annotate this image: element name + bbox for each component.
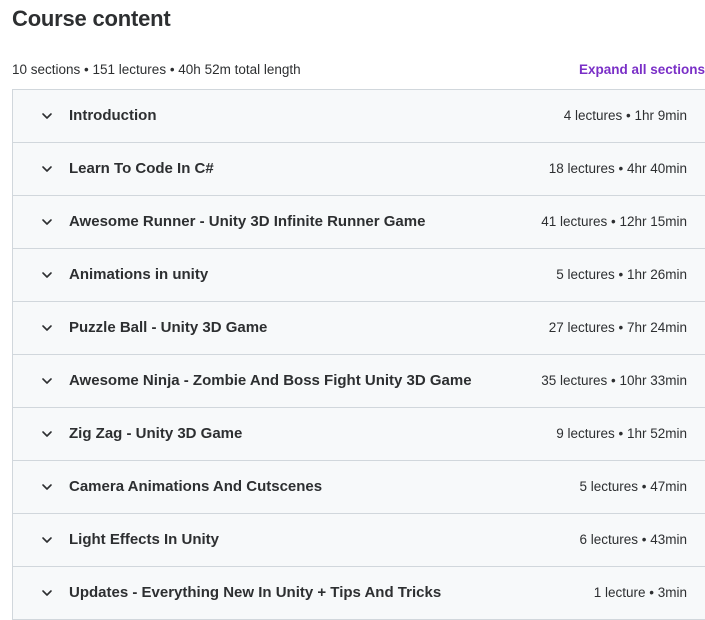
chevron-down-icon [42, 219, 52, 225]
section-title: Camera Animations And Cutscenes [69, 478, 323, 495]
section-title: Puzzle Ball - Unity 3D Game [69, 319, 268, 336]
chevron-down-icon [42, 325, 52, 331]
chevron-down-icon [42, 537, 52, 543]
section-meta: 27 lectures • 7hr 24min [548, 320, 687, 335]
section-title: Zig Zag - Unity 3D Game [69, 425, 243, 442]
course-summary: 10 sections • 151 lectures • 40h 52m tot… [12, 62, 301, 77]
section-row-updates[interactable]: Updates - Everything New In Unity + Tips… [13, 567, 705, 620]
expand-all-sections-button[interactable]: Expand all sections [579, 61, 705, 79]
section-title: Learn To Code In C# [69, 160, 214, 177]
chevron-down-icon [42, 272, 52, 278]
section-meta: 5 lectures • 1hr 26min [556, 267, 687, 282]
section-title: Light Effects In Unity [69, 531, 219, 548]
section-meta: 5 lectures • 47min [579, 479, 687, 494]
section-row-awesome-runner[interactable]: Awesome Runner - Unity 3D Infinite Runne… [13, 196, 705, 249]
section-row-camera-animations[interactable]: Camera Animations And Cutscenes 5 lectur… [13, 461, 705, 514]
section-meta: 18 lectures • 4hr 40min [548, 161, 687, 176]
section-title: Updates - Everything New In Unity + Tips… [69, 584, 442, 601]
section-meta: 9 lectures • 1hr 52min [556, 426, 687, 441]
page-title: Course content [12, 6, 171, 31]
section-meta: 1 lecture • 3min [593, 585, 687, 600]
chevron-down-icon [42, 590, 52, 596]
section-row-light-effects[interactable]: Light Effects In Unity 6 lectures • 43mi… [13, 514, 705, 567]
course-content-panel: Course content 10 sections • 151 lecture… [0, 0, 705, 620]
section-title: Awesome Runner - Unity 3D Infinite Runne… [69, 213, 426, 230]
sections-list: Introduction 4 lectures • 1hr 9min Learn… [12, 89, 705, 620]
section-title: Animations in unity [69, 266, 209, 283]
section-row-animations[interactable]: Animations in unity 5 lectures • 1hr 26m… [13, 249, 705, 302]
section-meta: 6 lectures • 43min [579, 532, 687, 547]
section-row-awesome-ninja[interactable]: Awesome Ninja - Zombie And Boss Fight Un… [13, 355, 705, 408]
section-meta: 35 lectures • 10hr 33min [541, 373, 687, 388]
section-row-learn-to-code[interactable]: Learn To Code In C# 18 lectures • 4hr 40… [13, 143, 705, 196]
section-title: Awesome Ninja - Zombie And Boss Fight Un… [69, 372, 472, 389]
section-title: Introduction [69, 107, 157, 124]
chevron-down-icon [42, 431, 52, 437]
chevron-down-icon [42, 166, 52, 172]
section-row-introduction[interactable]: Introduction 4 lectures • 1hr 9min [13, 90, 705, 143]
section-meta: 4 lectures • 1hr 9min [563, 108, 687, 123]
chevron-down-icon [42, 484, 52, 490]
section-row-puzzle-ball[interactable]: Puzzle Ball - Unity 3D Game 27 lectures … [13, 302, 705, 355]
section-meta: 41 lectures • 12hr 15min [541, 214, 687, 229]
chevron-down-icon [42, 113, 52, 119]
chevron-down-icon [42, 378, 52, 384]
section-row-zig-zag[interactable]: Zig Zag - Unity 3D Game 9 lectures • 1hr… [13, 408, 705, 461]
